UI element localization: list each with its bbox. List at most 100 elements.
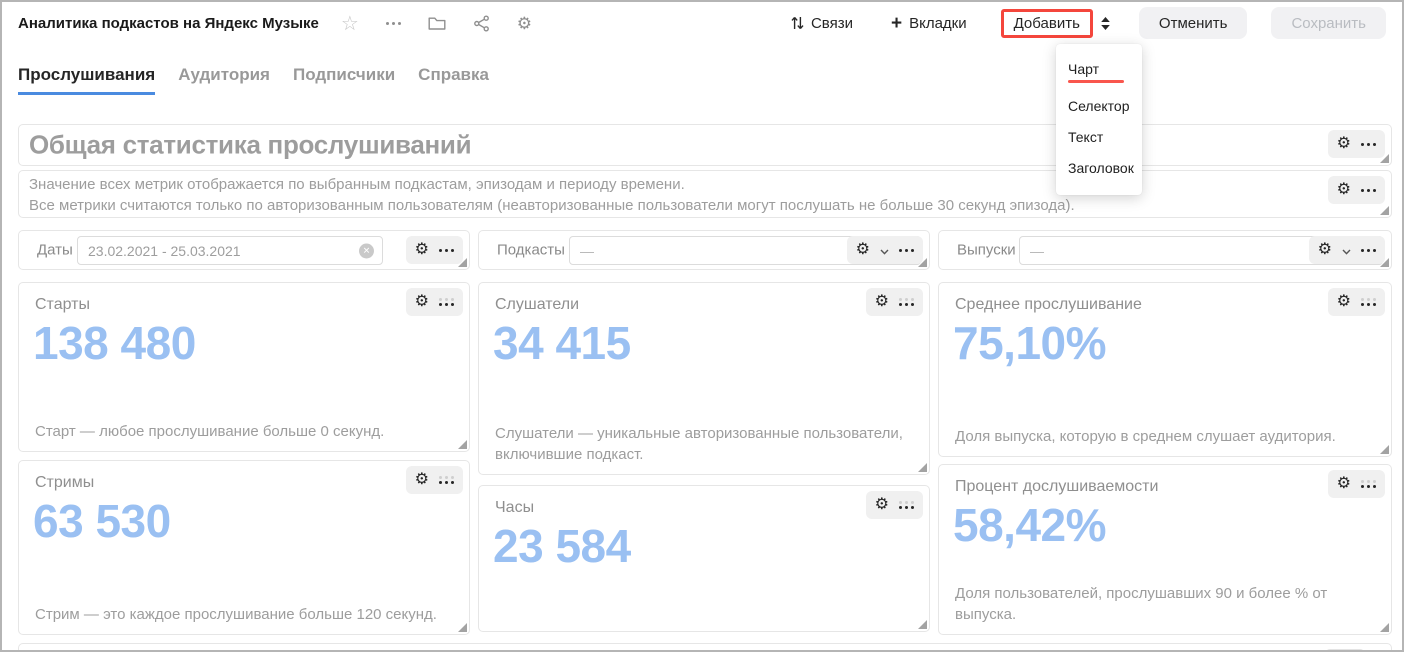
widget-controls: ⚙ <box>1328 176 1385 204</box>
metric-title: Среднее прослушивание <box>955 296 1142 314</box>
resize-handle[interactable] <box>458 623 467 632</box>
gear-icon[interactable]: ⚙ <box>875 294 889 310</box>
metric-note: Доля пользователей, прослушавших 90 и бо… <box>955 583 1373 625</box>
metric-note: Доля выпуска, которую в среднем слушает … <box>955 426 1373 447</box>
gear-icon[interactable]: ⚙ <box>1337 476 1351 492</box>
resize-handle[interactable] <box>1380 206 1389 215</box>
metric-card-streams[interactable]: Стримы 63 530 Стрим — это каждое прослуш… <box>18 460 470 635</box>
metric-value: 58,42% <box>953 498 1106 552</box>
save-button[interactable]: Сохранить <box>1271 7 1386 39</box>
metric-card-listeners[interactable]: Слушатели 34 415 Слушатели — уникальные … <box>478 282 930 475</box>
chevron-down-icon[interactable] <box>880 249 889 255</box>
widget-controls: ⚙ <box>406 288 463 316</box>
widget-controls: ⚙ <box>866 288 923 316</box>
section-title: Общая статистика прослушиваний <box>29 130 471 161</box>
ellipsis-icon[interactable] <box>1361 298 1376 306</box>
metric-card-hours[interactable]: Часы 23 584 ⚙ <box>478 485 930 632</box>
section-description-widget[interactable]: Значение всех метрик отображается по выб… <box>18 170 1392 218</box>
filter-podcasts-widget[interactable]: Подкасты — ⚙ <box>478 230 930 270</box>
ellipsis-icon[interactable] <box>1361 480 1376 488</box>
filter-episodes-label: Выпуски <box>957 242 1016 259</box>
date-range-input[interactable]: 23.02.2021 - 25.03.2021 ✕ <box>77 236 383 265</box>
resize-handle[interactable] <box>918 620 927 629</box>
metric-card-completion-rate[interactable]: Процент дослушиваемости 58,42% Доля поль… <box>938 464 1392 635</box>
gear-icon[interactable]: ⚙ <box>1337 136 1351 152</box>
filter-episodes-widget[interactable]: Выпуски — ⚙ <box>938 230 1392 270</box>
widget-controls: ⚙ <box>406 466 463 494</box>
toolbar-icons: ☆ ⚙ <box>341 11 532 36</box>
dashboard-title: Аналитика подкастов на Яндекс Музыке <box>18 15 319 32</box>
plus-icon: + <box>891 14 902 33</box>
settings-gear-icon[interactable]: ⚙ <box>517 15 532 32</box>
resize-handle[interactable] <box>1380 445 1389 454</box>
gear-icon[interactable]: ⚙ <box>415 242 429 258</box>
menu-item-text[interactable]: Текст <box>1056 121 1142 152</box>
ellipsis-icon[interactable] <box>899 298 914 306</box>
ellipsis-icon[interactable] <box>439 298 454 306</box>
menu-item-chart[interactable]: Чарт <box>1056 53 1142 90</box>
metric-note: Стрим — это каждое прослушивание больше … <box>35 604 451 625</box>
sort-arrows-icon <box>791 16 804 30</box>
resize-handle[interactable] <box>918 463 927 472</box>
add-tab-button[interactable]: + Вкладки <box>891 14 967 33</box>
filter-dates-label: Даты <box>37 242 73 259</box>
tab-podpischiki[interactable]: Подписчики <box>293 65 395 95</box>
metric-card-average-listening[interactable]: Среднее прослушивание 75,10% Доля выпуск… <box>938 282 1392 457</box>
menu-item-selector[interactable]: Селектор <box>1056 90 1142 121</box>
metric-note: Старт — любое прослушивание больше 0 сек… <box>35 421 451 442</box>
widget-controls: ⚙ <box>866 491 923 519</box>
section-title-widget[interactable]: Общая статистика прослушиваний ⚙ <box>18 124 1392 166</box>
resize-handle[interactable] <box>458 440 467 449</box>
filter-dates-widget[interactable]: Даты 23.02.2021 - 25.03.2021 ✕ ⚙ <box>18 230 470 270</box>
ellipsis-icon[interactable] <box>1361 189 1376 192</box>
ellipsis-icon[interactable] <box>1361 249 1376 252</box>
add-button[interactable]: Добавить <box>1014 15 1080 32</box>
tab-spravka[interactable]: Справка <box>418 65 489 95</box>
ellipsis-icon[interactable] <box>899 501 914 509</box>
folder-icon[interactable] <box>428 16 446 31</box>
more-options-icon[interactable] <box>386 22 401 25</box>
links-button[interactable]: Связи <box>791 15 853 32</box>
resize-handle[interactable] <box>1380 623 1389 632</box>
metric-title: Процент дослушиваемости <box>955 478 1158 496</box>
ellipsis-icon[interactable] <box>1361 143 1376 146</box>
ellipsis-icon[interactable] <box>439 249 454 252</box>
description-line-1: Значение всех метрик отображается по выб… <box>29 174 1075 195</box>
description-line-2: Все метрики считаются только по авторизо… <box>29 195 1075 216</box>
tab-proslushivaniya[interactable]: Прослушивания <box>18 65 155 95</box>
metric-value: 75,10% <box>953 316 1106 370</box>
dashboard-tabs: Прослушивания Аудитория Подписчики Справ… <box>18 65 489 95</box>
metric-value: 63 530 <box>33 494 171 548</box>
tabs-label: Вкладки <box>909 15 967 32</box>
clear-icon[interactable]: ✕ <box>359 243 374 258</box>
clipped-bottom-widget[interactable] <box>18 643 1392 652</box>
gear-icon[interactable]: ⚙ <box>1318 242 1332 258</box>
gear-icon[interactable]: ⚙ <box>1337 182 1351 198</box>
widget-controls: ⚙ <box>1328 288 1385 316</box>
links-label: Связи <box>811 15 853 32</box>
tab-auditoriya[interactable]: Аудитория <box>178 65 270 95</box>
gear-icon[interactable]: ⚙ <box>856 242 870 258</box>
gear-icon[interactable]: ⚙ <box>1337 294 1351 310</box>
cancel-button[interactable]: Отменить <box>1139 7 1248 39</box>
widget-controls: ⚙ <box>1328 470 1385 498</box>
gear-icon[interactable]: ⚙ <box>415 472 429 488</box>
metric-title: Стримы <box>35 474 94 492</box>
ellipsis-icon[interactable] <box>899 249 914 252</box>
dashboard-editor-screen: Аналитика подкастов на Яндекс Музыке ☆ ⚙ <box>0 0 1404 652</box>
widget-controls: ⚙ <box>1328 130 1385 158</box>
favorite-star-icon[interactable]: ☆ <box>341 11 359 36</box>
toolbar: Аналитика подкастов на Яндекс Музыке ☆ ⚙ <box>2 2 1402 44</box>
metric-title: Часы <box>495 499 534 517</box>
split-arrows-icon[interactable] <box>1100 16 1111 31</box>
filter-podcasts-label: Подкасты <box>497 242 565 259</box>
gear-icon[interactable]: ⚙ <box>875 497 889 513</box>
chart-annotation-underline <box>1068 80 1124 83</box>
gear-icon[interactable]: ⚙ <box>415 294 429 310</box>
share-icon[interactable] <box>473 15 490 32</box>
ellipsis-icon[interactable] <box>439 476 454 484</box>
chevron-down-icon[interactable] <box>1342 249 1351 255</box>
metric-note: Слушатели — уникальные авторизованные по… <box>495 423 911 465</box>
menu-item-title[interactable]: Заголовок <box>1056 152 1142 183</box>
metric-card-starts[interactable]: Старты 138 480 Старт — любое прослушиван… <box>18 282 470 452</box>
